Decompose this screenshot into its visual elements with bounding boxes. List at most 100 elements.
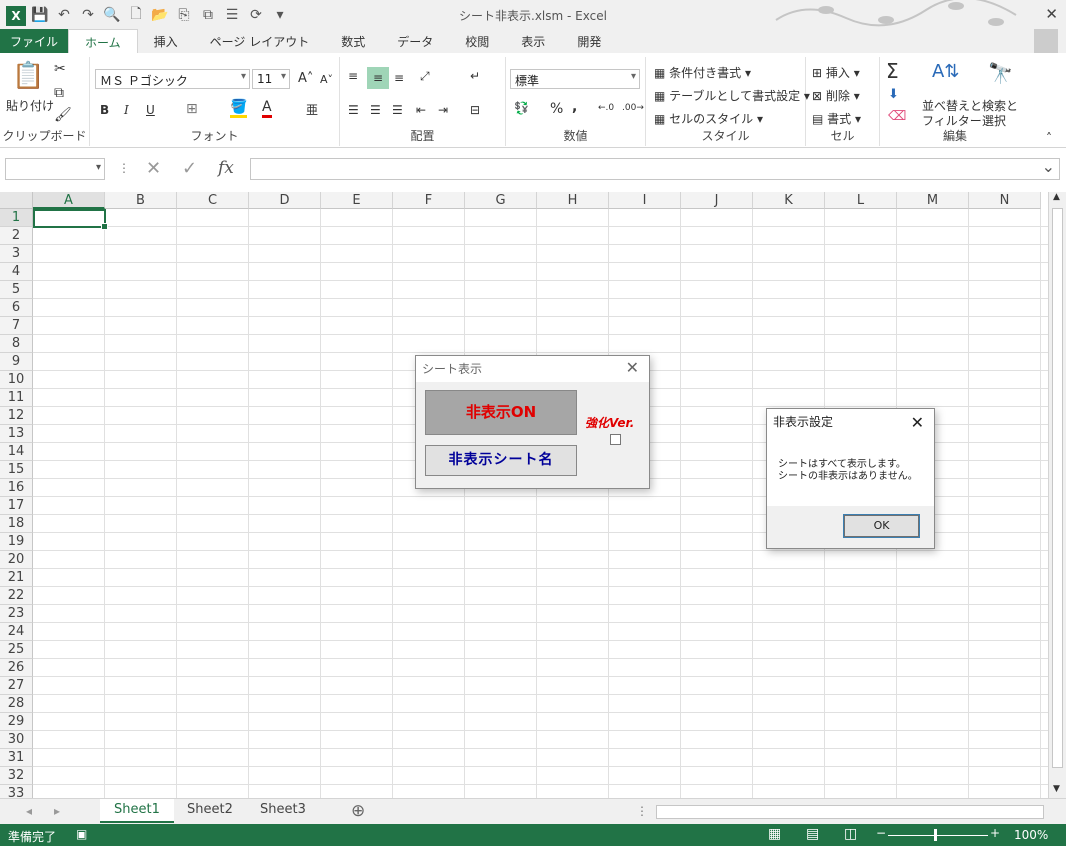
align-left-icon[interactable]: ☰ [348,103,359,117]
number-format-select[interactable]: 標準 [510,69,640,89]
column-header-j[interactable]: J [681,192,753,209]
row-header-29[interactable]: 29 [0,713,33,731]
new-file-icon[interactable]: 🗋 [124,4,148,26]
vertical-scrollbar[interactable]: ▲ ▼ [1048,192,1066,798]
row-header-27[interactable]: 27 [0,677,33,695]
align-top-icon[interactable]: ≡ [348,69,358,83]
currency-icon[interactable]: 💱 [514,101,529,115]
row-header-8[interactable]: 8 [0,335,33,353]
redo-icon[interactable]: ↷ [76,4,100,26]
column-header-m[interactable]: M [897,192,969,209]
user-avatar[interactable] [1034,29,1058,53]
copy-ribbon-icon[interactable]: ⧉ [54,85,64,101]
select-all-corner[interactable] [0,192,33,209]
row-header-4[interactable]: 4 [0,263,33,281]
fill-color-icon[interactable]: 🪣 [230,99,248,118]
row-header-10[interactable]: 10 [0,371,33,389]
row-header-25[interactable]: 25 [0,641,33,659]
align-center-icon[interactable]: ☰ [370,103,381,117]
column-header-c[interactable]: C [177,192,249,209]
shrink-font-icon[interactable]: A˅ [320,73,333,86]
copy-icon[interactable]: ⧉ [196,4,220,26]
row-header-30[interactable]: 30 [0,731,33,749]
format-cells-button[interactable]: ▤ 書式 ▾ [812,110,861,127]
column-header-l[interactable]: L [825,192,897,209]
column-header-b[interactable]: B [105,192,177,209]
tab-insert[interactable]: 挿入 [138,29,194,53]
zoom-in-icon[interactable]: + [990,826,1000,840]
hide-on-toggle-button[interactable]: 非表示ON [425,390,577,435]
row-header-14[interactable]: 14 [0,443,33,461]
paste-button[interactable]: 貼り付け [6,97,54,114]
prev-sheet-icon[interactable]: ◂ [26,804,32,818]
tab-home[interactable]: ホーム [68,29,138,53]
tab-file[interactable]: ファイル [0,29,69,53]
tab-data[interactable]: データ [381,29,449,53]
row-header-7[interactable]: 7 [0,317,33,335]
row-header-20[interactable]: 20 [0,551,33,569]
column-header-k[interactable]: K [753,192,825,209]
merge-center-icon[interactable]: ⊟ [470,103,480,117]
row-header-16[interactable]: 16 [0,479,33,497]
enter-icon[interactable]: ✓ [182,158,197,179]
row-header-28[interactable]: 28 [0,695,33,713]
zoom-slider-thumb[interactable] [934,829,937,841]
align-right-icon[interactable]: ☰ [392,103,403,117]
row-header-5[interactable]: 5 [0,281,33,299]
row-header-15[interactable]: 15 [0,461,33,479]
hidden-sheet-names-button[interactable]: 非表示シート名 [425,445,577,476]
row-header-23[interactable]: 23 [0,605,33,623]
print-preview-icon[interactable]: 🔍 [100,4,124,26]
clear-icon[interactable]: ⌫ [888,109,906,124]
insert-cells-button[interactable]: ⊞ 挿入 ▾ [812,64,860,81]
row-header-9[interactable]: 9 [0,353,33,371]
format-as-table-button[interactable]: ▦ テーブルとして書式設定 ▾ [654,87,810,104]
tab-page-layout[interactable]: ページ レイアウト [194,29,326,53]
close-window-icon[interactable]: ✕ [1045,5,1058,23]
fill-down-icon[interactable]: ⬇ [888,87,899,102]
paste-icon[interactable]: 📋 [12,61,44,91]
row-header-11[interactable]: 11 [0,389,33,407]
underline-button[interactable]: U [146,103,155,117]
row-header-2[interactable]: 2 [0,227,33,245]
align-middle-icon[interactable]: ≡ [367,67,389,89]
row-header-18[interactable]: 18 [0,515,33,533]
name-box[interactable] [5,158,105,180]
column-header-i[interactable]: I [609,192,681,209]
decrease-decimal-icon[interactable]: .00→ [622,103,644,113]
column-header-e[interactable]: E [321,192,393,209]
autosum-icon[interactable]: Σ [886,59,899,83]
hide-settings-close-icon[interactable]: ✕ [911,413,924,432]
undo-icon[interactable]: ↶ [52,4,76,26]
column-header-n[interactable]: N [969,192,1041,209]
row-header-19[interactable]: 19 [0,533,33,551]
zoom-level[interactable]: 100% [1014,828,1048,842]
column-header-a[interactable]: A [33,192,105,209]
row-header-6[interactable]: 6 [0,299,33,317]
sheet-tab-1[interactable]: Sheet1 [100,799,174,823]
form-icon[interactable]: ☰ [220,4,244,26]
next-sheet-icon[interactable]: ▸ [54,804,60,818]
page-break-view-icon[interactable]: ◫ [844,826,857,842]
row-header-26[interactable]: 26 [0,659,33,677]
row-header-22[interactable]: 22 [0,587,33,605]
row-header-3[interactable]: 3 [0,245,33,263]
column-header-d[interactable]: D [249,192,321,209]
export-icon[interactable]: ⎘ [172,4,196,26]
active-cell-a1[interactable] [33,209,108,230]
find-select-icon[interactable]: 🔭 [988,61,1013,85]
percent-button[interactable]: % [550,101,563,117]
column-header-f[interactable]: F [393,192,465,209]
vertical-scroll-thumb[interactable] [1052,208,1063,768]
italic-button[interactable]: I [124,103,129,117]
row-header-33[interactable]: 33 [0,785,33,798]
increase-indent-icon[interactable]: ⇥ [438,103,448,117]
row-header-21[interactable]: 21 [0,569,33,587]
customize-qat-icon[interactable]: ▾ [268,4,292,26]
font-name-select[interactable]: ＭＳ Ｐゴシック [95,69,250,89]
macro-record-icon[interactable]: ▣ [76,827,87,841]
sort-filter-icon[interactable]: A⇅ [932,61,959,82]
enhanced-version-checkbox[interactable] [610,434,621,445]
cut-icon[interactable]: ✂ [54,61,66,77]
row-header-17[interactable]: 17 [0,497,33,515]
